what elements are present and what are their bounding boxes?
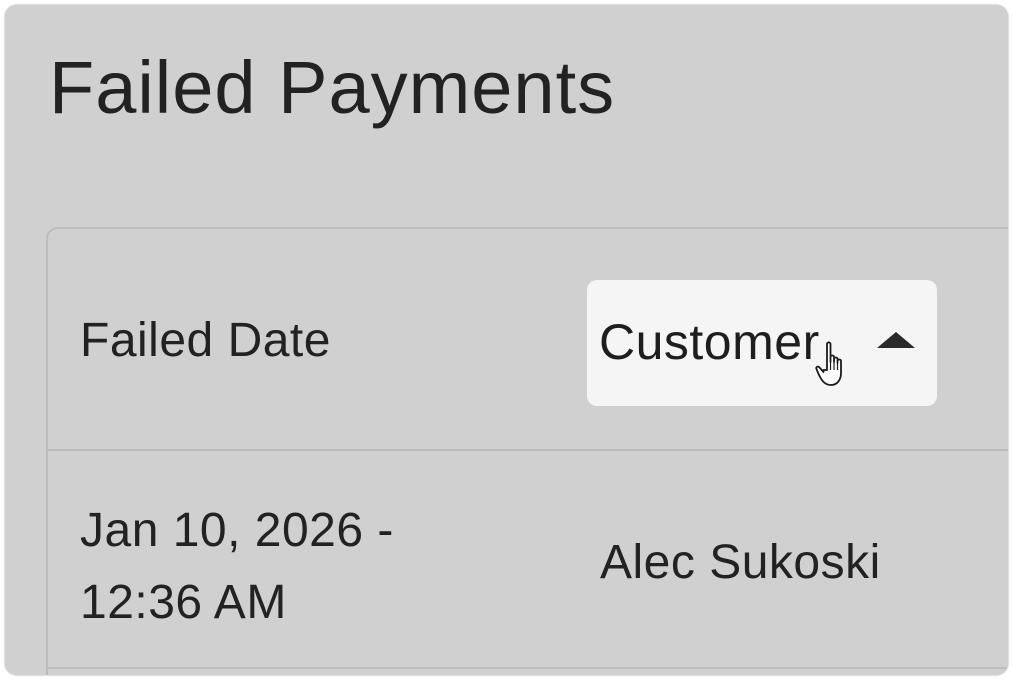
column-header-customer-label: Customer <box>599 314 820 370</box>
column-header-failed-date[interactable]: Failed Date <box>80 317 331 365</box>
column-header-customer-sort-button[interactable]: Customer <box>587 280 937 406</box>
cell-failed-date: Jan 10, 2026 - 12:36 AM <box>80 495 460 639</box>
failed-payments-table: Failed Date Customer Jan 10, 2026 - 12:3… <box>46 227 1008 675</box>
page-title: Failed Payments <box>49 46 616 129</box>
hand-pointer-icon <box>815 341 842 386</box>
caret-up-icon <box>877 332 915 348</box>
failed-date-line: Jan 10, 2026 - <box>80 504 394 557</box>
table-header-row: Failed Date Customer <box>48 229 1008 451</box>
table-row[interactable]: Jan 10, 2026 - 12:36 AM Alec Sukoski <box>48 451 1008 669</box>
failed-time-line: 12:36 AM <box>80 576 287 629</box>
cell-customer[interactable]: Alec Sukoski <box>600 539 881 587</box>
failed-payments-panel: Failed Payments Failed Date Customer Jan… <box>5 5 1008 675</box>
